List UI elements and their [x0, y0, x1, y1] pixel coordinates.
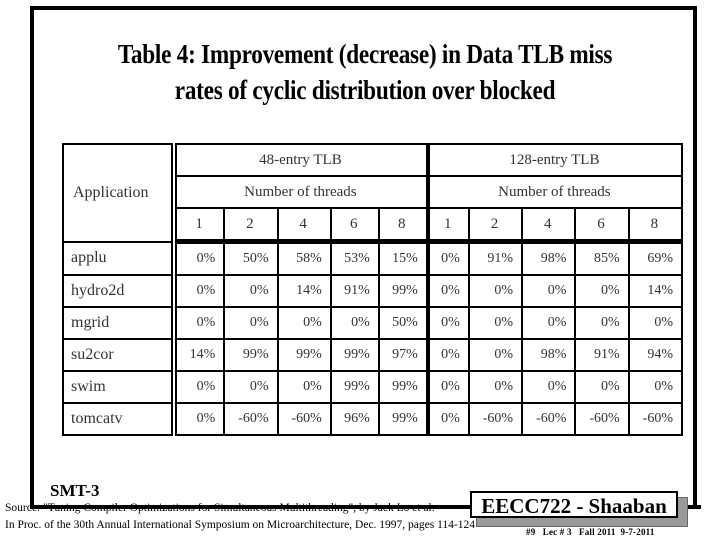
miss-rate-cell: 97%: [377, 338, 429, 372]
miss-rate-cell: 99%: [377, 274, 429, 308]
thread-count-header: 1: [171, 207, 226, 244]
miss-rate-cell: 0%: [574, 370, 630, 404]
frame-bottom-line-right: [686, 505, 701, 509]
course-brand: EECC722 - Shaaban: [470, 491, 678, 518]
miss-rate-cell: 69%: [627, 240, 684, 276]
miss-rate-cell: 0%: [171, 370, 226, 404]
miss-rate-cell: 0%: [467, 370, 524, 404]
miss-rate-cell: 0%: [425, 274, 470, 308]
group-header-48: 48-entry TLB: [171, 143, 429, 177]
miss-rate-cell: 50%: [223, 240, 279, 276]
thread-count-header: 4: [521, 207, 577, 244]
miss-rate-cell: 0%: [276, 306, 332, 340]
miss-rate-cell: 0%: [627, 370, 684, 404]
source-line-2: In Proc. of the 30th Annual Internationa…: [5, 519, 476, 531]
miss-rate-cell: -60%: [467, 402, 524, 436]
title-line-2: rates of cyclic distribution over blocke…: [174, 75, 556, 105]
miss-rate-cell: 58%: [276, 240, 332, 276]
miss-rate-cell: 0%: [467, 338, 524, 372]
application-name: hydro2d: [61, 274, 178, 308]
group-header-128: 128-entry TLB: [425, 143, 684, 177]
application-name: swim: [61, 370, 178, 404]
miss-rate-cell: 0%: [521, 274, 577, 308]
miss-rate-cell: 99%: [377, 370, 429, 404]
miss-rate-cell: 99%: [223, 338, 279, 372]
source-citation: Source: "Tuning Compiler Optimizations f…: [5, 500, 475, 534]
miss-rate-cell: 0%: [171, 240, 226, 276]
miss-rate-cell: 85%: [574, 240, 630, 276]
miss-rate-cell: 0%: [521, 370, 577, 404]
miss-rate-cell: 96%: [329, 402, 380, 436]
application-name: tomcatv: [61, 402, 178, 436]
thread-count-header: 2: [223, 207, 279, 244]
miss-rate-cell: 0%: [425, 402, 470, 436]
miss-rate-cell: 50%: [377, 306, 429, 340]
miss-rate-cell: 0%: [223, 306, 279, 340]
miss-rate-cell: 0%: [425, 306, 470, 340]
slide-title: Table 4: Improvement (decrease) in Data …: [86, 36, 645, 108]
miss-rate-cell: 0%: [223, 370, 279, 404]
miss-rate-cell: 0%: [276, 370, 332, 404]
miss-rate-cell: 0%: [171, 306, 226, 340]
threads-header-48: Number of threads: [171, 175, 429, 209]
miss-rate-cell: 91%: [467, 240, 524, 276]
miss-rate-cell: 0%: [223, 274, 279, 308]
tlb-table: Application 48-entry TLB 128-entry TLB N…: [61, 143, 684, 436]
application-name: mgrid: [61, 306, 178, 340]
miss-rate-cell: 99%: [276, 338, 332, 372]
thread-count-header: 8: [377, 207, 429, 244]
miss-rate-cell: 91%: [329, 274, 380, 308]
miss-rate-cell: 99%: [329, 370, 380, 404]
miss-rate-cell: 0%: [627, 306, 684, 340]
thread-count-header: 6: [329, 207, 380, 244]
table-row: tomcatv 0% -60% -60% 96% 99% 0% -60% -60% -60% -60…: [61, 402, 684, 436]
miss-rate-cell: 99%: [329, 338, 380, 372]
source-line-1: Source: "Tuning Compiler Optimizations f…: [5, 502, 435, 514]
slide-label: SMT-3: [50, 481, 100, 500]
header-row-groups: Application 48-entry TLB 128-entry TLB: [61, 143, 684, 243]
miss-rate-cell: 94%: [627, 338, 684, 372]
application-name: su2cor: [61, 338, 178, 372]
miss-rate-cell: 98%: [521, 338, 577, 372]
miss-rate-cell: 14%: [627, 274, 684, 308]
thread-count-header: 1: [425, 207, 470, 244]
miss-rate-cell: 99%: [377, 402, 429, 436]
table-row: hydro2d 0% 0% 14% 91% 99% 0% 0% 0% 0% 14%: [61, 274, 684, 308]
miss-rate-cell: -60%: [223, 402, 279, 436]
miss-rate-cell: 0%: [425, 240, 470, 276]
table-row: su2cor 14% 99% 99% 99% 97% 0% 0% 98% 91% 94%: [61, 338, 684, 372]
miss-rate-cell: -60%: [276, 402, 332, 436]
miss-rate-cell: 0%: [467, 274, 524, 308]
thread-count-header: 4: [276, 207, 332, 244]
miss-rate-cell: 14%: [276, 274, 332, 308]
miss-rate-cell: 0%: [521, 306, 577, 340]
table-row: applu 0% 50% 58% 53% 15% 0% 91% 98% 85% 69%: [61, 240, 684, 276]
miss-rate-cell: -60%: [574, 402, 630, 436]
miss-rate-cell: 0%: [467, 306, 524, 340]
table-row: swim 0% 0% 0% 99% 99% 0% 0% 0% 0% 0%: [61, 370, 684, 404]
miss-rate-cell: 14%: [171, 338, 226, 372]
miss-rate-cell: 0%: [425, 370, 470, 404]
table-row: mgrid 0% 0% 0% 0% 50% 0% 0% 0% 0% 0%: [61, 306, 684, 340]
miss-rate-cell: 0%: [425, 338, 470, 372]
threads-header-128: Number of threads: [425, 175, 684, 209]
lecture-info: #9 Lec # 3 Fall 2011 9-7-2011: [526, 527, 655, 537]
miss-rate-cell: 0%: [171, 402, 226, 436]
miss-rate-cell: 15%: [377, 240, 429, 276]
thread-count-header: 6: [574, 207, 630, 244]
miss-rate-cell: 98%: [521, 240, 577, 276]
miss-rate-cell: 0%: [171, 274, 226, 308]
application-header: Application: [61, 143, 178, 243]
application-name: applu: [61, 240, 178, 276]
miss-rate-cell: -60%: [627, 402, 684, 436]
miss-rate-cell: 91%: [574, 338, 630, 372]
miss-rate-cell: 53%: [329, 240, 380, 276]
thread-count-header: 8: [627, 207, 684, 244]
miss-rate-cell: 0%: [329, 306, 380, 340]
miss-rate-cell: 0%: [574, 306, 630, 340]
thread-count-header: 2: [467, 207, 524, 244]
miss-rate-cell: 0%: [574, 274, 630, 308]
miss-rate-cell: -60%: [521, 402, 577, 436]
title-line-1: Table 4: Improvement (decrease) in Data …: [117, 39, 613, 69]
